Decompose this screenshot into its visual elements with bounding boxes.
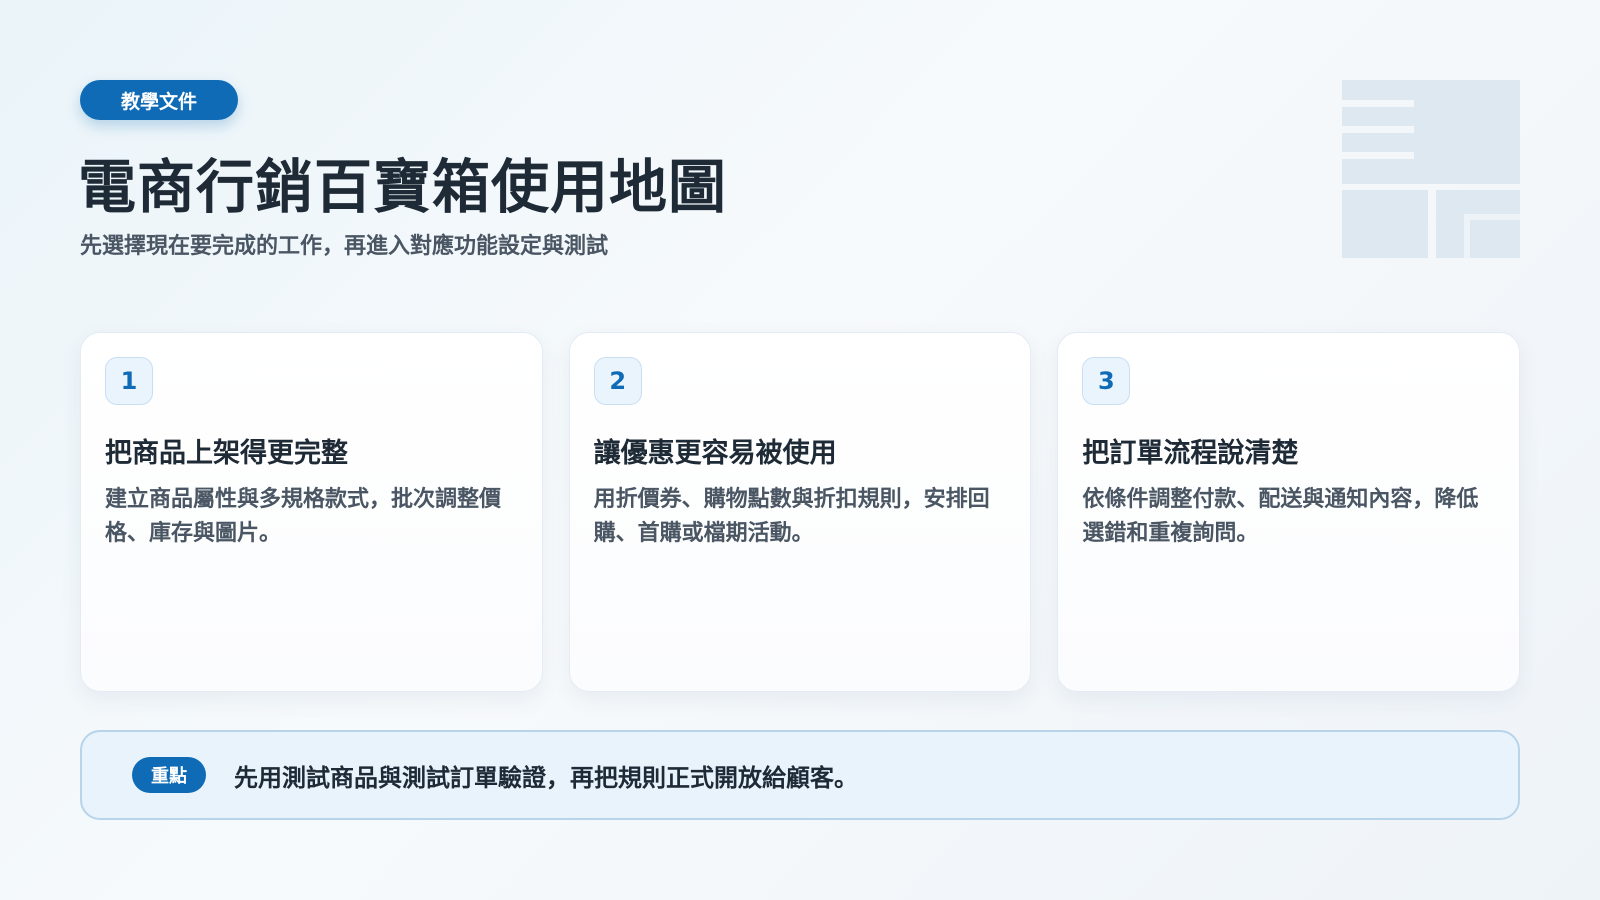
page-title: 電商行銷百寶箱使用地圖 [78,153,728,221]
step-title: 把訂單流程說清楚 [1082,438,1299,469]
step-description: 依條件調整付款、配送與通知內容，降低選錯和重複詢問。 [1082,487,1479,546]
step-card-2: 2 讓優惠更容易被使用 用折價券、購物點數與折扣規則，安排回購、首購或檔期活動。 [568,332,1032,692]
layout-grid-icon [1342,80,1520,258]
step-description: 用折價券、購物點數與折扣規則，安排回購、首購或檔期活動。 [593,487,990,546]
step-card-3: 3 把訂單流程說清楚 依條件調整付款、配送與通知內容，降低選錯和重複詢問。 [1057,332,1521,692]
step-title: 把商品上架得更完整 [105,438,348,469]
step-title: 讓優惠更容易被使用 [593,438,837,469]
page-subtitle: 先選擇現在要完成的工作，再進入對應功能設定與測試 [80,234,609,259]
key-point-note: 重點 先用測試商品與測試訂單驗證，再把規則正式開放給顧客。 [80,730,1520,820]
step-cards: 1 把商品上架得更完整 建立商品屬性與多規格款式，批次調整價格、庫存與圖片。 2… [80,332,1521,692]
step-card-1: 1 把商品上架得更完整 建立商品屬性與多規格款式，批次調整價格、庫存與圖片。 [80,332,543,692]
step-number: 3 [1082,357,1131,405]
key-point-text: 先用測試商品與測試訂單驗證，再把規則正式開放給顧客。 [234,763,858,792]
doc-type-badge: 教學文件 [80,80,238,120]
key-point-badge: 重點 [132,757,206,793]
step-description: 建立商品屬性與多規格款式，批次調整價格、庫存與圖片。 [105,487,502,546]
step-number: 1 [105,357,153,405]
step-number: 2 [593,357,642,405]
